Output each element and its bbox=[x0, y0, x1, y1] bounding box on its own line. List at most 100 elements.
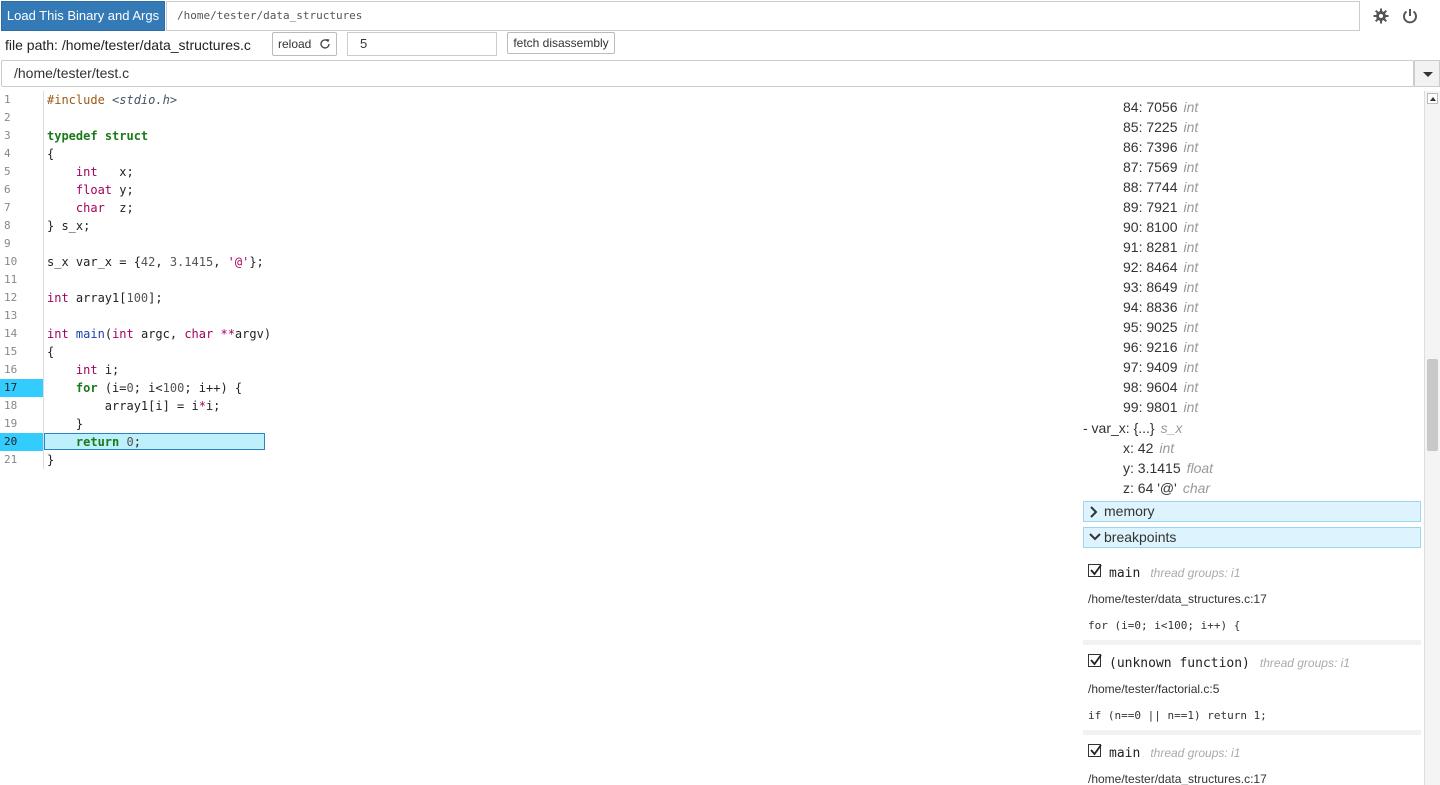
gear-icon[interactable] bbox=[1373, 8, 1389, 24]
var-x-field: z: 64 '@' char bbox=[1123, 478, 1210, 498]
array-element-type: int bbox=[1183, 239, 1199, 255]
array-element-type: int bbox=[1183, 279, 1199, 295]
line-number[interactable]: 8 bbox=[0, 217, 44, 235]
line-number[interactable]: 11 bbox=[0, 271, 44, 289]
array-element-type: int bbox=[1183, 179, 1199, 195]
breakpoint-function: main thread groups: i1 bbox=[1109, 566, 1241, 581]
breakpoint-function: (unknown function) thread groups: i1 bbox=[1109, 656, 1350, 671]
scroll-up-button[interactable] bbox=[1427, 93, 1438, 104]
reload-label: reload bbox=[278, 37, 312, 51]
var-x-label: - var_x: {...} bbox=[1083, 420, 1155, 436]
code-line[interactable]: 8 } s_x; bbox=[0, 217, 1080, 235]
line-number[interactable]: 4 bbox=[0, 145, 44, 163]
line-number[interactable]: 5 bbox=[0, 163, 44, 181]
checkmark-icon bbox=[1090, 654, 1102, 666]
code-line[interactable]: 2 bbox=[0, 109, 1080, 127]
breakpoint-checkbox[interactable] bbox=[1088, 564, 1102, 577]
line-number[interactable]: 15 bbox=[0, 343, 44, 361]
right-panel-scrollbar[interactable] bbox=[1424, 91, 1440, 785]
code-line[interactable]: 14 int main(int argc, char **argv) bbox=[0, 325, 1080, 343]
right-panel: 84: 7056 int 85: 7225 int 86: 7396 int 87: 756… bbox=[1080, 91, 1424, 785]
code-line[interactable]: 21 } bbox=[0, 451, 1080, 469]
code-line[interactable]: 5 int x; bbox=[0, 163, 1080, 181]
code-line[interactable]: 12 int array1[100]; bbox=[0, 289, 1080, 307]
code-line[interactable]: 17 for (i=0; i<100; i++) { bbox=[0, 379, 1080, 397]
line-number[interactable]: 6 bbox=[0, 181, 44, 199]
code-text: { bbox=[47, 345, 55, 359]
line-number[interactable]: 7 bbox=[0, 199, 44, 217]
breakpoint-divider bbox=[1083, 730, 1421, 735]
breakpoints-header-label: breakpoints bbox=[1104, 529, 1177, 545]
field-label: y: 3.1415 bbox=[1123, 460, 1181, 476]
array-element-type: int bbox=[1183, 159, 1199, 175]
code-line[interactable]: 10 s_x var_x = {42, 3.1415, '@'}; bbox=[0, 253, 1080, 271]
var-x-type: s_x bbox=[1160, 420, 1183, 436]
power-icon[interactable] bbox=[1402, 8, 1418, 24]
line-number[interactable]: 1 bbox=[0, 91, 44, 109]
code-line[interactable]: 9 bbox=[0, 235, 1080, 253]
fetch-disassembly-button[interactable]: fetch disassembly bbox=[507, 32, 615, 54]
code-view: 1 #include <stdio.h> 2 3 typedef struct … bbox=[0, 91, 1080, 785]
load-binary-button[interactable]: Load This Binary and Args bbox=[1, 1, 165, 31]
var-x-field: x: 42 int bbox=[1123, 438, 1174, 458]
line-number[interactable]: 19 bbox=[0, 415, 44, 433]
line-number[interactable]: 16 bbox=[0, 361, 44, 379]
breakpoint-checkbox[interactable] bbox=[1088, 744, 1102, 757]
breakpoint-file-path[interactable]: /home/tester/data_structures.c:17 bbox=[1088, 772, 1267, 785]
code-line[interactable]: 15 { bbox=[0, 343, 1080, 361]
chevron-right-icon bbox=[1090, 506, 1098, 518]
code-line[interactable]: 6 float y; bbox=[0, 181, 1080, 199]
line-number[interactable]: 9 bbox=[0, 235, 44, 253]
code-line[interactable]: 18 array1[i] = i*i; bbox=[0, 397, 1080, 415]
line-number[interactable]: 13 bbox=[0, 307, 44, 325]
array-element-type: int bbox=[1183, 259, 1199, 275]
line-number[interactable]: 10 bbox=[0, 253, 44, 271]
code-line[interactable]: 16 int i; bbox=[0, 361, 1080, 379]
line-number[interactable]: 12 bbox=[0, 289, 44, 307]
reload-button[interactable]: reload bbox=[272, 32, 337, 56]
var-x-expression[interactable]: - var_x: {...} s_x bbox=[1083, 418, 1182, 438]
array-element-row: 88: 7744 int bbox=[1123, 177, 1198, 197]
code-line[interactable]: 1 #include <stdio.h> bbox=[0, 91, 1080, 109]
source-dropdown-button[interactable] bbox=[1414, 60, 1440, 87]
checkmark-icon bbox=[1090, 564, 1102, 576]
line-number-breakpoint[interactable]: 17 bbox=[0, 379, 44, 397]
breakpoint-thread-groups: thread groups: i1 bbox=[1150, 746, 1241, 760]
memory-section-header[interactable]: memory bbox=[1083, 501, 1421, 522]
code-text: s_x var_x = {42, 3.1415, '@'}; bbox=[47, 255, 264, 269]
array-element-value: 94: 8836 bbox=[1123, 299, 1178, 315]
line-number-input[interactable]: 5 bbox=[347, 32, 497, 56]
array-element-row: 94: 8836 int bbox=[1123, 297, 1198, 317]
code-text: } s_x; bbox=[47, 219, 91, 233]
code-line[interactable]: 11 bbox=[0, 271, 1080, 289]
line-number[interactable]: 3 bbox=[0, 127, 44, 145]
breakpoint-source-line: if (n==0 || n==1) return 1; bbox=[1088, 709, 1267, 722]
array-element-value: 90: 8100 bbox=[1123, 219, 1178, 235]
code-line[interactable]: 4 { bbox=[0, 145, 1080, 163]
line-number[interactable]: 2 bbox=[0, 109, 44, 127]
array-element-type: int bbox=[1183, 319, 1199, 335]
code-line-current[interactable]: 20 return 0; bbox=[0, 433, 1080, 451]
code-text: int main(int argc, char **argv) bbox=[47, 327, 272, 341]
breakpoint-checkbox[interactable] bbox=[1088, 654, 1102, 667]
line-number[interactable]: 18 bbox=[0, 397, 44, 415]
line-number[interactable]: 14 bbox=[0, 325, 44, 343]
breakpoints-section-header[interactable]: breakpoints bbox=[1083, 527, 1421, 548]
binary-args-input[interactable]: /home/tester/data_structures bbox=[166, 1, 1360, 31]
array-element-value: 89: 7921 bbox=[1123, 199, 1178, 215]
array-element-value: 88: 7744 bbox=[1123, 179, 1178, 195]
line-number-breakpoint[interactable]: 20 bbox=[0, 433, 44, 451]
breakpoint-thread-groups: thread groups: i1 bbox=[1150, 566, 1241, 580]
scrollbar-thumb[interactable] bbox=[1427, 359, 1438, 451]
line-number[interactable]: 21 bbox=[0, 451, 44, 469]
array-element-row: 90: 8100 int bbox=[1123, 217, 1198, 237]
source-file-select[interactable]: /home/tester/test.c bbox=[1, 60, 1414, 87]
code-line[interactable]: 3 typedef struct bbox=[0, 127, 1080, 145]
array-element-value: 84: 7056 bbox=[1123, 99, 1178, 115]
code-line[interactable]: 13 bbox=[0, 307, 1080, 325]
array-element-value: 93: 8649 bbox=[1123, 279, 1178, 295]
breakpoint-file-path[interactable]: /home/tester/data_structures.c:17 bbox=[1088, 592, 1267, 606]
breakpoint-file-path[interactable]: /home/tester/factorial.c:5 bbox=[1088, 682, 1219, 696]
code-line[interactable]: 7 char z; bbox=[0, 199, 1080, 217]
code-line[interactable]: 19 } bbox=[0, 415, 1080, 433]
